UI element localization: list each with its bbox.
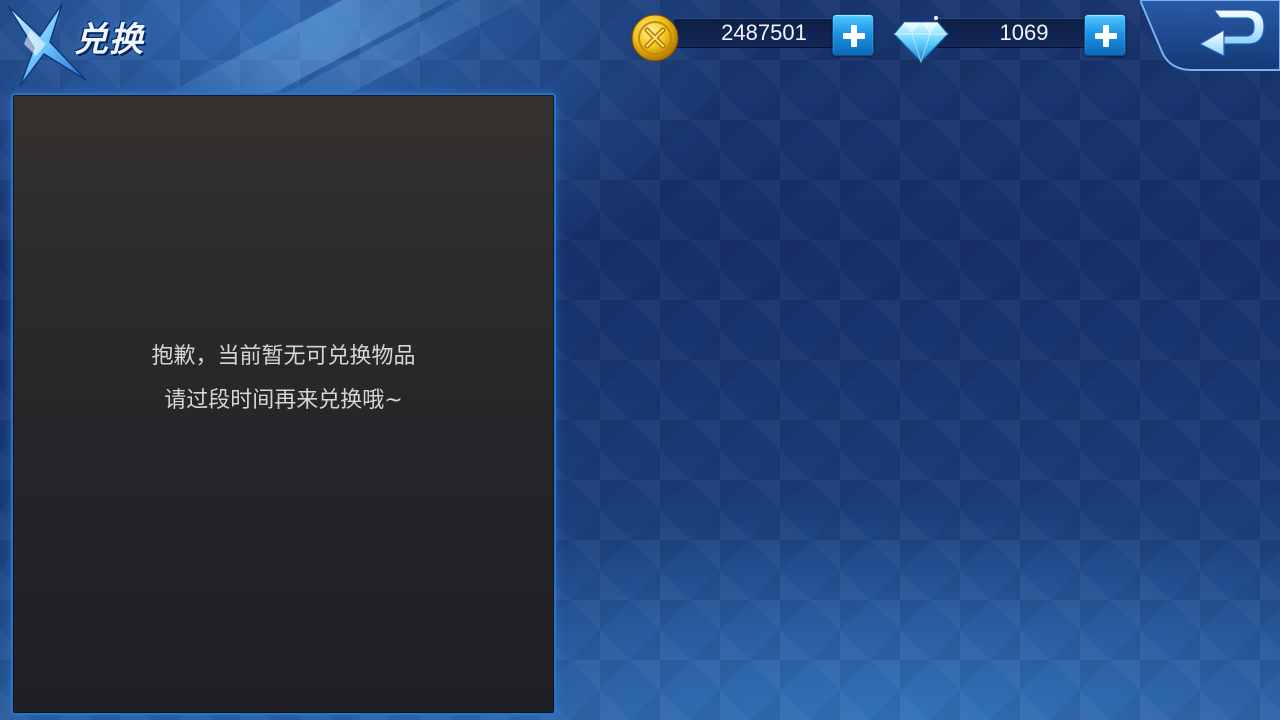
diamond-amount: 1069 xyxy=(999,20,1049,45)
diamond-icon xyxy=(893,16,949,64)
empty-message-line1: 抱歉，当前暂无可兑换物品 xyxy=(151,344,416,369)
plus-icon xyxy=(1095,25,1117,47)
add-diamond-button[interactable] xyxy=(1084,14,1126,56)
back-button[interactable] xyxy=(1138,0,1280,72)
gold-currency: 2487501 xyxy=(630,14,876,62)
empty-message: 抱歉，当前暂无可兑换物品 请过段时间再来兑换哦~ xyxy=(13,335,554,423)
page-title: 兑换 xyxy=(74,20,144,60)
diamond-currency: 1069 xyxy=(892,14,1130,64)
plus-icon xyxy=(843,25,865,47)
page-header: 兑换 xyxy=(0,0,180,90)
exchange-panel: 抱歉，当前暂无可兑换物品 请过段时间再来兑换哦~ xyxy=(11,93,556,715)
empty-message-line2: 请过段时间再来兑换哦~ xyxy=(164,388,403,413)
gold-amount: 2487501 xyxy=(721,20,807,45)
gold-coin-icon xyxy=(631,14,679,62)
back-arrow-icon xyxy=(1138,0,1280,71)
add-gold-button[interactable] xyxy=(832,14,874,56)
